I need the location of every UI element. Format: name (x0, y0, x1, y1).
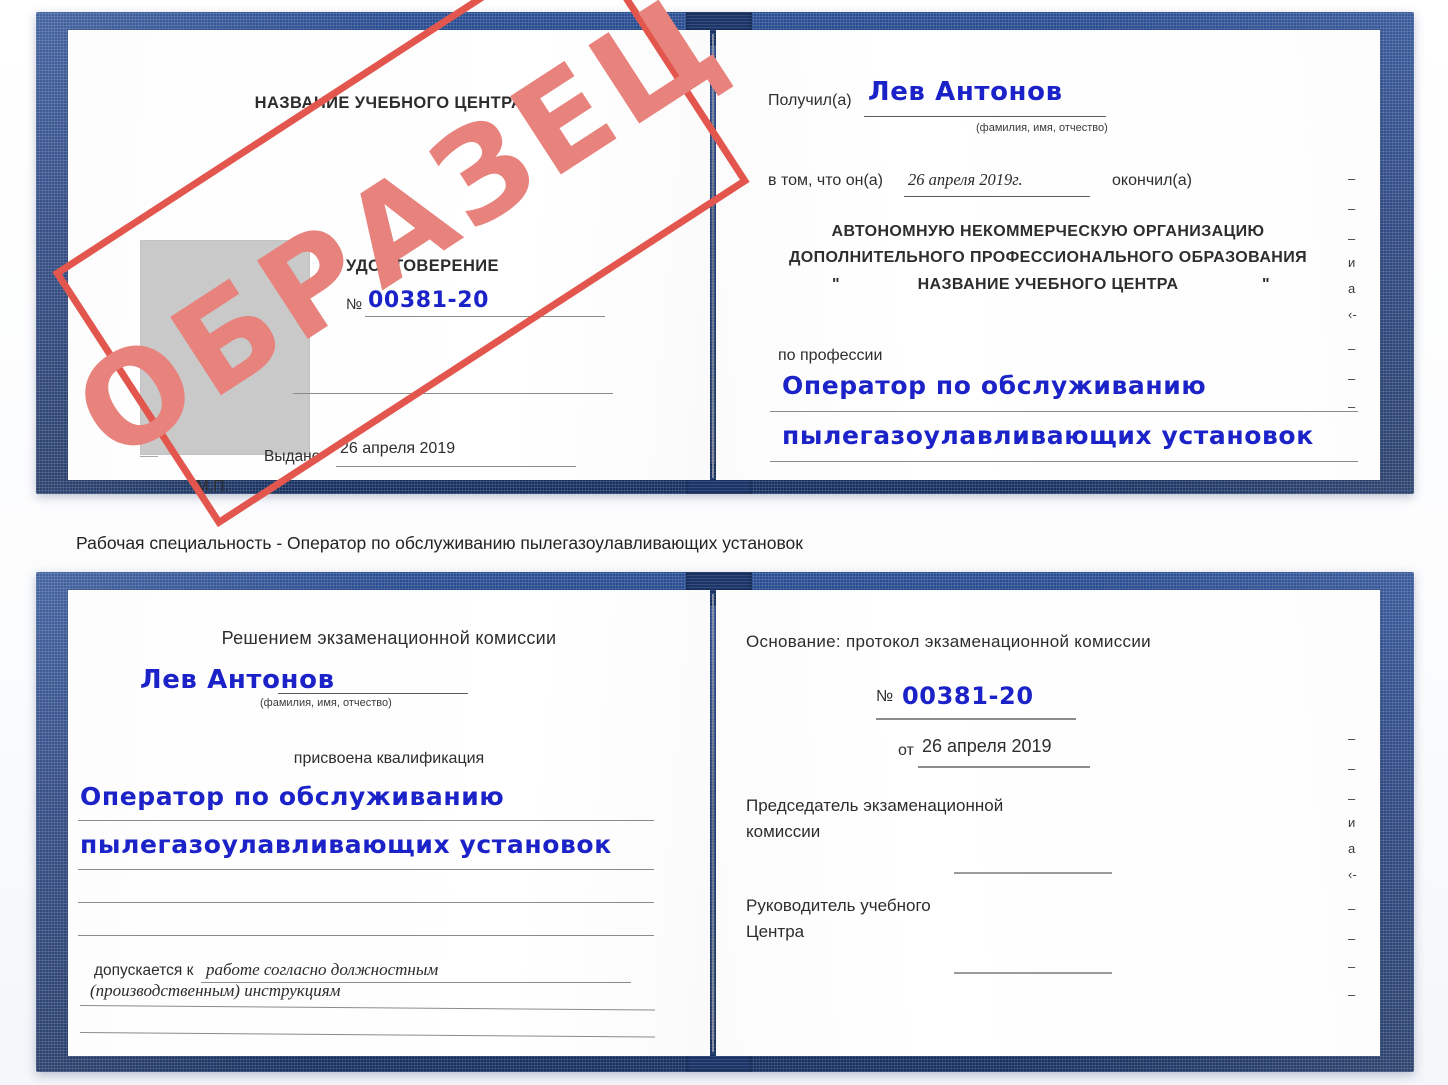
doc-type-label: УДОСТОВЕРЕНИЕ (346, 257, 499, 275)
edge-mark: – (1348, 731, 1356, 746)
head-line-2: Центра (746, 922, 805, 941)
org-quote-open: " (832, 276, 840, 293)
protocol-date-label: от (898, 742, 914, 759)
protocol-date-value: 26 апреля 2019 (922, 736, 1052, 756)
photo-bottom-rule (140, 456, 158, 457)
admitted-label: допускается к (94, 962, 194, 979)
received-rule (864, 116, 1106, 117)
edge-mark: ‹- (1348, 867, 1357, 882)
qualification-rule-2 (78, 869, 654, 870)
edge-mark: а (1348, 281, 1356, 296)
org-line-1: АВТОНОМНУЮ НЕКОММЕРЧЕСКУЮ ОРГАНИЗАЦИЮ (831, 223, 1265, 240)
edge-mark: – (1348, 901, 1356, 916)
page-bottom-left: Решением экзаменационной комиссии Лев Ан… (68, 590, 710, 1056)
qualification-rule-3 (78, 902, 654, 903)
name-hint-bottom: (фамилия, имя, отчество) (260, 697, 392, 709)
page-caption: Рабочая специальность - Оператор по обсл… (76, 533, 803, 553)
profession-rule-2 (770, 461, 1358, 462)
admitted-value-1: работе согласно должностным (206, 960, 439, 979)
profession-label: по профессии (778, 347, 883, 364)
number-label: № (346, 296, 363, 313)
edge-mark: – (1348, 171, 1356, 186)
spine-gutter-bottom (712, 594, 714, 1052)
protocol-number-value: 00381-20 (902, 682, 1034, 710)
head-signature-rule (954, 972, 1112, 974)
org-line-3: НАЗВАНИЕ УЧЕБНОГО ЦЕНТРА (917, 276, 1179, 293)
admitted-rule-2 (79, 1005, 655, 1011)
certificate-top: НАЗВАНИЕ УЧЕБНОГО ЦЕНТРА УДОСТОВЕРЕНИЕ №… (36, 12, 1414, 495)
chairman-line-1: Председатель экзаменационной (746, 796, 1004, 815)
decision-title: Решением экзаменационной комиссии (221, 628, 557, 648)
edge-mark: – (1348, 987, 1356, 1002)
profession-rule-1 (770, 411, 1358, 412)
edge-mark: – (1348, 201, 1356, 216)
qualification-rule-1 (78, 820, 654, 821)
edge-mark: – (1348, 959, 1356, 974)
edge-mark: – (1348, 791, 1356, 806)
issued-label: Выдано (264, 448, 321, 465)
issued-value: 26 апреля 2019 (340, 440, 456, 457)
spine-gutter-top (712, 34, 714, 478)
in-that-rule (904, 196, 1090, 197)
edge-mark: ‹- (1348, 307, 1357, 322)
qualification-value-1: Оператор по обслуживанию (80, 782, 505, 811)
qualification-label: присвоена квалификация (293, 750, 485, 767)
profession-value-2: пылегазоулавливающих установок (782, 421, 1314, 450)
protocol-number-rule (876, 718, 1076, 720)
qualification-rule-4 (78, 935, 654, 936)
received-label: Получил(а) (768, 92, 852, 109)
edge-mark: – (1348, 761, 1356, 776)
seal-label: М.П. (196, 478, 229, 495)
edge-mark: – (1348, 371, 1356, 386)
basis-label: Основание: протокол экзаменационной коми… (746, 632, 1151, 651)
org-quote-close: " (1262, 276, 1270, 293)
edge-mark: а (1348, 841, 1356, 856)
page-top-left: НАЗВАНИЕ УЧЕБНОГО ЦЕНТРА УДОСТОВЕРЕНИЕ №… (68, 30, 710, 495)
photo-placeholder (140, 240, 310, 455)
page-bottom-right: Основание: протокол экзаменационной коми… (716, 590, 1380, 1056)
issued-rule (336, 466, 576, 467)
finished-label: окончил(а) (1112, 172, 1192, 189)
certificate-bottom: Решением экзаменационной комиссии Лев Ан… (36, 572, 1414, 1072)
edge-mark: и (1348, 255, 1356, 270)
chairman-signature-rule (954, 872, 1112, 874)
protocol-number-label: № (876, 688, 894, 705)
profession-value-1: Оператор по обслуживанию (782, 371, 1207, 400)
protocol-date-rule (918, 766, 1090, 768)
page-top-right: Получил(а) Лев Антонов (фамилия, имя, от… (716, 30, 1380, 480)
edge-mark: и (1348, 815, 1356, 830)
edge-mark: – (1348, 931, 1356, 946)
admitted-rule-3 (79, 1032, 655, 1038)
edge-mark: – (1348, 231, 1356, 246)
decision-name-value: Лев Антонов (140, 665, 335, 695)
blank-rule-1 (293, 393, 613, 394)
name-hint-top: (фамилия, имя, отчество) (976, 122, 1108, 134)
qualification-value-2: пылегазоулавливающих установок (80, 830, 612, 859)
received-value: Лев Антонов (868, 77, 1063, 107)
decision-name-rule (278, 693, 468, 694)
org-line-2: ДОПОЛНИТЕЛЬНОГО ПРОФЕССИОНАЛЬНОГО ОБРАЗО… (788, 249, 1308, 266)
admitted-value-2: (производственным) инструкциям (90, 981, 341, 1000)
org-title-top-left: НАЗВАНИЕ УЧЕБНОГО ЦЕНТРА (254, 94, 524, 112)
chairman-line-2: комиссии (746, 822, 821, 841)
head-line-1: Руководитель учебного (746, 896, 931, 915)
edge-mark: – (1348, 399, 1356, 414)
edge-mark: – (1348, 341, 1356, 356)
number-value: 00381-20 (368, 288, 490, 313)
in-that-value: 26 апреля 2019г. (908, 170, 1023, 189)
number-rule (365, 316, 605, 317)
in-that-label: в том, что он(а) (768, 172, 883, 189)
